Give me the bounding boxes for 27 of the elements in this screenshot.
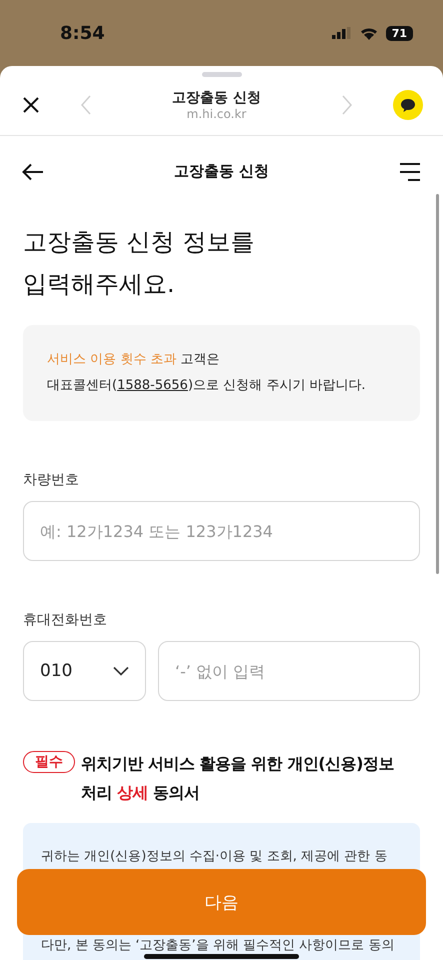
field-label: 차량번호 (23, 471, 80, 489)
notice-text: 서비스 이용 횟수 초과 고객은 (47, 351, 221, 369)
browser-url: m.hi.co.kr (186, 107, 246, 121)
back-arrow-icon[interactable] (22, 162, 44, 180)
required-badge: 필수 (23, 751, 75, 773)
menu-icon[interactable] (398, 162, 421, 180)
battery-level: 71 (386, 26, 413, 40)
chat-button[interactable] (393, 90, 423, 120)
consent-title: 위치기반 서비스 활용을 위한 개인(신용)정보 처리 상세 동의서 (81, 753, 395, 804)
browser-title: 고장출동 신청 (172, 89, 261, 107)
page-title: 고장출동 신청 (174, 162, 270, 181)
speech-bubble-icon (400, 98, 416, 112)
prefix-dropdown[interactable]: 010 (23, 641, 146, 701)
chevron-down-icon (113, 666, 129, 676)
field-label: 휴대전화번호 (23, 611, 108, 629)
sheet-handle[interactable] (202, 72, 242, 77)
consent-text: 귀하는 개인(신용)정보의 수집·이용 및 조회, 제공에 관한 동 (41, 848, 388, 865)
consent-text: 다만, 본 동의는 ‘고장출동’을 위해 필수적인 사항이므로 동의 (41, 937, 396, 954)
signal-icon (332, 27, 352, 39)
status-time: 8:54 (60, 22, 105, 44)
form-heading: 고장출동 신청 정보를 입력해주세요. (23, 227, 256, 300)
close-icon[interactable] (22, 96, 40, 114)
notice-text: 대표콜센터(1588-5656)으로 신청해 주시기 바랍니다. (47, 377, 367, 395)
phone-link[interactable]: 1588-5656 (117, 378, 188, 393)
input-field[interactable]: 예: 12가1234 또는 123가1234 (23, 501, 420, 561)
wifi-icon (360, 26, 378, 40)
input-field[interactable]: ‘-’ 없이 입력 (158, 641, 420, 701)
